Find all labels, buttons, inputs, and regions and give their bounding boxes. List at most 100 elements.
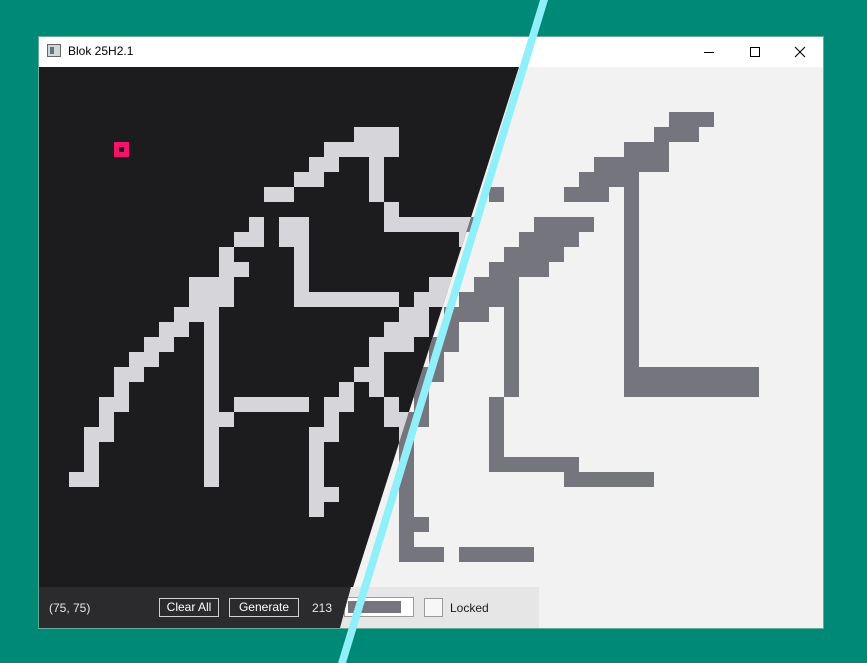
block-cell[interactable] xyxy=(144,337,159,352)
block-cell[interactable] xyxy=(624,292,639,307)
block-cell[interactable] xyxy=(744,382,759,397)
block-cell[interactable] xyxy=(369,142,384,157)
block-cell[interactable] xyxy=(294,292,309,307)
block-cell[interactable] xyxy=(729,367,744,382)
block-cell[interactable] xyxy=(204,382,219,397)
block-cell[interactable] xyxy=(504,457,519,472)
block-cell[interactable] xyxy=(609,472,624,487)
block-cell[interactable] xyxy=(279,187,294,202)
block-cell[interactable] xyxy=(684,382,699,397)
block-cell[interactable] xyxy=(414,517,429,532)
block-cell[interactable] xyxy=(549,232,564,247)
block-cell[interactable] xyxy=(489,397,504,412)
block-cell[interactable] xyxy=(369,367,384,382)
block-cell[interactable] xyxy=(489,427,504,442)
block-cell[interactable] xyxy=(264,397,279,412)
block-cell[interactable] xyxy=(684,367,699,382)
block-cell[interactable] xyxy=(294,247,309,262)
block-cell[interactable] xyxy=(624,367,639,382)
block-cell[interactable] xyxy=(714,382,729,397)
block-cell[interactable] xyxy=(609,172,624,187)
block-cell[interactable] xyxy=(639,472,654,487)
block-cell[interactable] xyxy=(189,292,204,307)
block-cell[interactable] xyxy=(384,412,399,427)
block-cell[interactable] xyxy=(504,367,519,382)
block-cell[interactable] xyxy=(444,217,459,232)
block-cell[interactable] xyxy=(624,262,639,277)
block-cell[interactable] xyxy=(624,382,639,397)
maximize-button[interactable] xyxy=(732,37,778,67)
block-cell[interactable] xyxy=(594,157,609,172)
block-cell[interactable] xyxy=(309,502,324,517)
block-cell[interactable] xyxy=(624,307,639,322)
block-cell[interactable] xyxy=(384,142,399,157)
block-cell[interactable] xyxy=(399,472,414,487)
block-cell[interactable] xyxy=(429,352,444,367)
block-cell[interactable] xyxy=(309,487,324,502)
block-cell[interactable] xyxy=(324,412,339,427)
block-cell[interactable] xyxy=(309,472,324,487)
block-cell[interactable] xyxy=(534,247,549,262)
block-cell[interactable] xyxy=(624,352,639,367)
block-cell[interactable] xyxy=(204,412,219,427)
block-cell[interactable] xyxy=(234,232,249,247)
block-cell[interactable] xyxy=(219,247,234,262)
block-cell[interactable] xyxy=(429,217,444,232)
block-cell[interactable] xyxy=(414,217,429,232)
block-cell[interactable] xyxy=(654,367,669,382)
block-cell[interactable] xyxy=(114,397,129,412)
block-cell[interactable] xyxy=(684,127,699,142)
block-cell[interactable] xyxy=(489,457,504,472)
block-cell[interactable] xyxy=(204,307,219,322)
block-cell[interactable] xyxy=(369,352,384,367)
block-cell[interactable] xyxy=(624,322,639,337)
block-cell[interactable] xyxy=(654,127,669,142)
block-cell[interactable] xyxy=(414,547,429,562)
block-cell[interactable] xyxy=(519,247,534,262)
block-cell[interactable] xyxy=(399,547,414,562)
block-cell[interactable] xyxy=(384,202,399,217)
block-cell[interactable] xyxy=(669,112,684,127)
block-cell[interactable] xyxy=(204,367,219,382)
block-cell[interactable] xyxy=(669,382,684,397)
block-cell[interactable] xyxy=(204,397,219,412)
block-cell[interactable] xyxy=(384,322,399,337)
block-cell[interactable] xyxy=(504,262,519,277)
block-cell[interactable] xyxy=(594,187,609,202)
block-cell[interactable] xyxy=(489,442,504,457)
block-cell[interactable] xyxy=(429,292,444,307)
block-cell[interactable] xyxy=(414,292,429,307)
block-cell[interactable] xyxy=(504,547,519,562)
block-cell[interactable] xyxy=(624,472,639,487)
block-cell[interactable] xyxy=(399,307,414,322)
block-cell[interactable] xyxy=(309,172,324,187)
block-cell[interactable] xyxy=(399,532,414,547)
locked-checkbox[interactable] xyxy=(424,598,443,617)
block-cell[interactable] xyxy=(324,397,339,412)
block-cell[interactable] xyxy=(504,247,519,262)
block-cell[interactable] xyxy=(309,442,324,457)
block-cell[interactable] xyxy=(294,262,309,277)
block-cell[interactable] xyxy=(489,187,504,202)
block-cell[interactable] xyxy=(324,142,339,157)
block-cell[interactable] xyxy=(564,187,579,202)
block-cell[interactable] xyxy=(339,142,354,157)
block-cell[interactable] xyxy=(609,157,624,172)
block-cell[interactable] xyxy=(324,427,339,442)
block-cell[interactable] xyxy=(384,217,399,232)
block-cell[interactable] xyxy=(549,457,564,472)
block-cell[interactable] xyxy=(429,547,444,562)
block-cell[interactable] xyxy=(414,397,429,412)
block-cell[interactable] xyxy=(579,217,594,232)
block-cell[interactable] xyxy=(309,157,324,172)
block-cell[interactable] xyxy=(624,202,639,217)
block-cell[interactable] xyxy=(564,472,579,487)
block-cell[interactable] xyxy=(399,502,414,517)
block-cell[interactable] xyxy=(369,292,384,307)
block-cell[interactable] xyxy=(624,337,639,352)
block-cell[interactable] xyxy=(69,472,84,487)
block-cell[interactable] xyxy=(654,382,669,397)
block-cell[interactable] xyxy=(84,472,99,487)
block-cell[interactable] xyxy=(324,292,339,307)
block-cell[interactable] xyxy=(474,307,489,322)
